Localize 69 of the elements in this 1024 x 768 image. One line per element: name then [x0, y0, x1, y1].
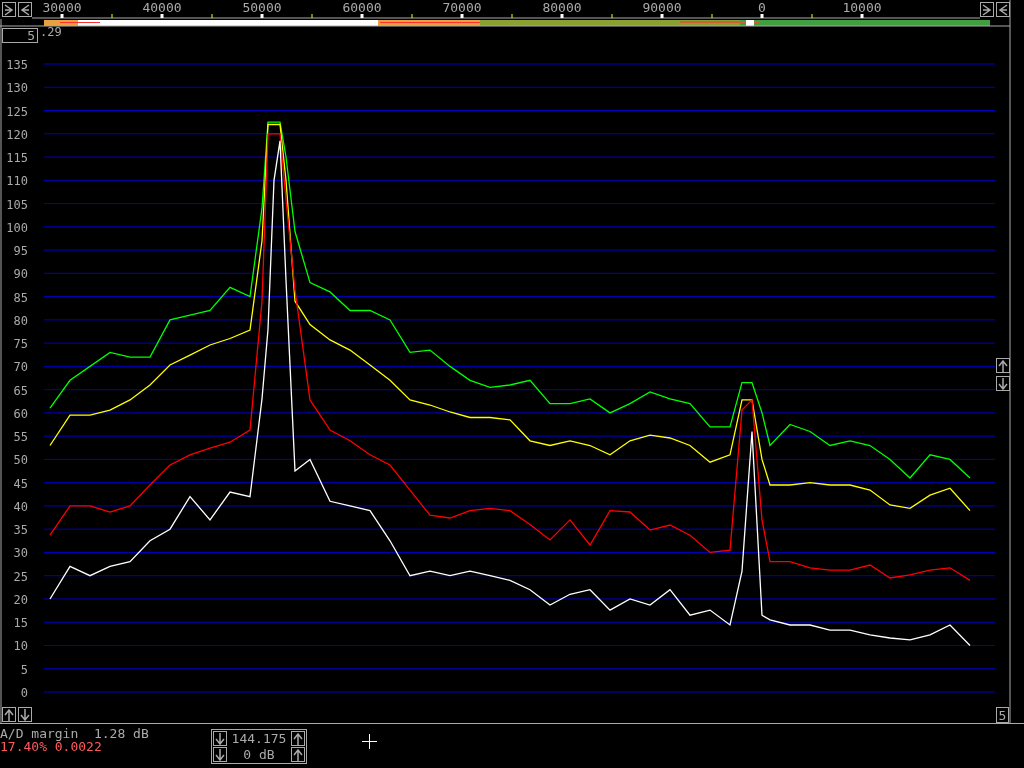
up-button[interactable]: [291, 731, 305, 746]
crosshair-icon: [362, 734, 377, 749]
axis-label: 125: [6, 104, 28, 119]
left-arrow-icon: [20, 3, 30, 16]
value-box[interactable]: 5: [2, 28, 38, 43]
scroll-left-button[interactable]: [18, 2, 32, 17]
axis-label: 120: [6, 127, 28, 142]
axis-label: 75: [13, 337, 28, 352]
down-button[interactable]: [213, 731, 227, 746]
axis-label: 30: [13, 546, 28, 561]
scale-label: 0: [758, 0, 766, 15]
up-arrow-icon: [998, 359, 1008, 372]
axis-label: 0: [20, 686, 28, 700]
up-button[interactable]: [2, 707, 16, 722]
down-arrow-icon: [215, 732, 225, 745]
axis-label: 130: [6, 81, 28, 96]
scroll-left-button[interactable]: [996, 2, 1010, 17]
scale-label: 50000: [242, 0, 282, 15]
axis-label: 115: [6, 151, 28, 166]
axis-label: 45: [13, 476, 28, 491]
axis-label: 65: [13, 383, 28, 398]
down-button[interactable]: [996, 376, 1010, 391]
axis-label: 35: [13, 523, 28, 538]
scroll-right-button[interactable]: [980, 2, 994, 17]
down-arrow-icon: [998, 377, 1008, 390]
scale-label: 90000: [642, 0, 682, 15]
down-button[interactable]: [18, 707, 32, 722]
up-button[interactable]: [996, 358, 1010, 373]
frequency-value: 144.175: [231, 731, 287, 746]
axis-label: 50: [13, 453, 28, 468]
value-box[interactable]: 5: [996, 707, 1009, 723]
up-arrow-icon: [293, 732, 303, 745]
down-arrow-icon: [20, 708, 30, 721]
axis-label: 5: [20, 662, 28, 677]
right-arrow-icon: [982, 3, 992, 16]
ad-margin-text: A/D margin 1.28 dB: [0, 727, 150, 740]
scale-label: 70000: [442, 0, 482, 15]
axis-label: 135: [6, 58, 28, 72]
axis-label: 80: [13, 313, 28, 328]
left-arrow-icon: [998, 3, 1008, 16]
axis-label: 105: [6, 197, 28, 212]
right-arrow-icon: [4, 3, 14, 16]
down-arrow-icon: [215, 748, 225, 761]
axis-label: 85: [13, 290, 28, 305]
scale-label: 30000: [42, 0, 82, 15]
gain-value: 0 dB: [243, 747, 275, 762]
axis-label: 60: [13, 406, 28, 421]
scale-label: 60000: [342, 0, 382, 15]
scale-label: 40000: [142, 0, 182, 15]
axis-label: 15: [13, 616, 28, 631]
axis-label: 25: [13, 569, 28, 584]
axis-label: 55: [13, 430, 28, 445]
axis-label: 40: [13, 499, 28, 514]
up-arrow-icon: [4, 708, 14, 721]
frequency-readout: .29: [40, 25, 62, 39]
scale-label: 80000: [542, 0, 582, 15]
axis-label: 95: [13, 244, 28, 259]
axis-label: 110: [6, 174, 28, 189]
axis-label: 10: [13, 639, 28, 654]
up-arrow-icon: [293, 748, 303, 761]
axis-label: 100: [6, 220, 28, 235]
up-button[interactable]: [291, 747, 305, 762]
scroll-right-button[interactable]: [2, 2, 16, 17]
scale-label: 10000: [842, 0, 882, 15]
overload-text: 17.40% 0.0022: [0, 740, 103, 753]
down-button[interactable]: [213, 747, 227, 762]
axis-label: 90: [13, 267, 28, 282]
axis-label: 20: [13, 592, 28, 607]
axis-label: 70: [13, 360, 28, 375]
